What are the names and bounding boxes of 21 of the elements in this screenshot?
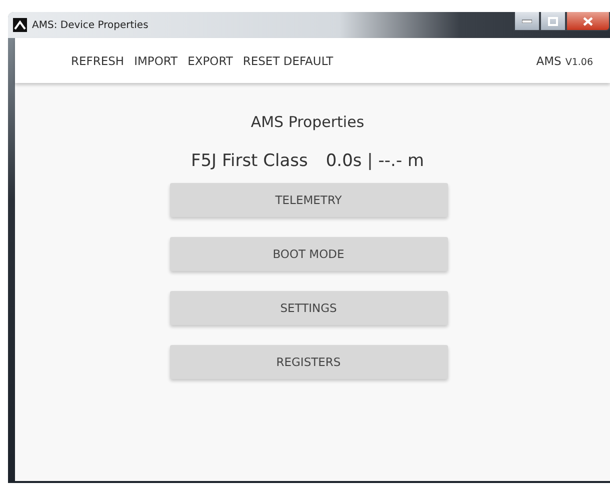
toolbar-button[interactable]: EXPORT	[188, 54, 233, 68]
minimize-icon	[522, 19, 532, 23]
menu-button[interactable]: SETTINGS	[170, 291, 448, 325]
logo-icon	[13, 18, 27, 32]
window-title: AMS: Device Properties	[32, 20, 148, 30]
model-label: F5J First Class	[190, 151, 308, 171]
status-reading: 0.0s | --.- m	[326, 151, 424, 171]
minimize-button[interactable]	[514, 12, 540, 31]
page-heading: AMS Properties	[250, 113, 364, 131]
close-button[interactable]	[566, 12, 610, 31]
maximize-icon	[548, 16, 558, 26]
version-label: V1.06	[565, 56, 593, 68]
close-icon	[583, 16, 593, 26]
toolbar-button[interactable]: REFRESH	[71, 54, 124, 68]
maximize-button[interactable]	[540, 12, 566, 31]
toolbar-button[interactable]: RESET DEFAULT	[242, 54, 334, 68]
menu-button[interactable]: BOOT MODE	[170, 237, 448, 271]
menu-button[interactable]: TELEMETRY	[170, 183, 448, 217]
toolbar-button[interactable]: IMPORT	[134, 54, 178, 68]
brand-label: AMS	[536, 54, 562, 68]
menu-button[interactable]: REGISTERS	[170, 345, 448, 379]
